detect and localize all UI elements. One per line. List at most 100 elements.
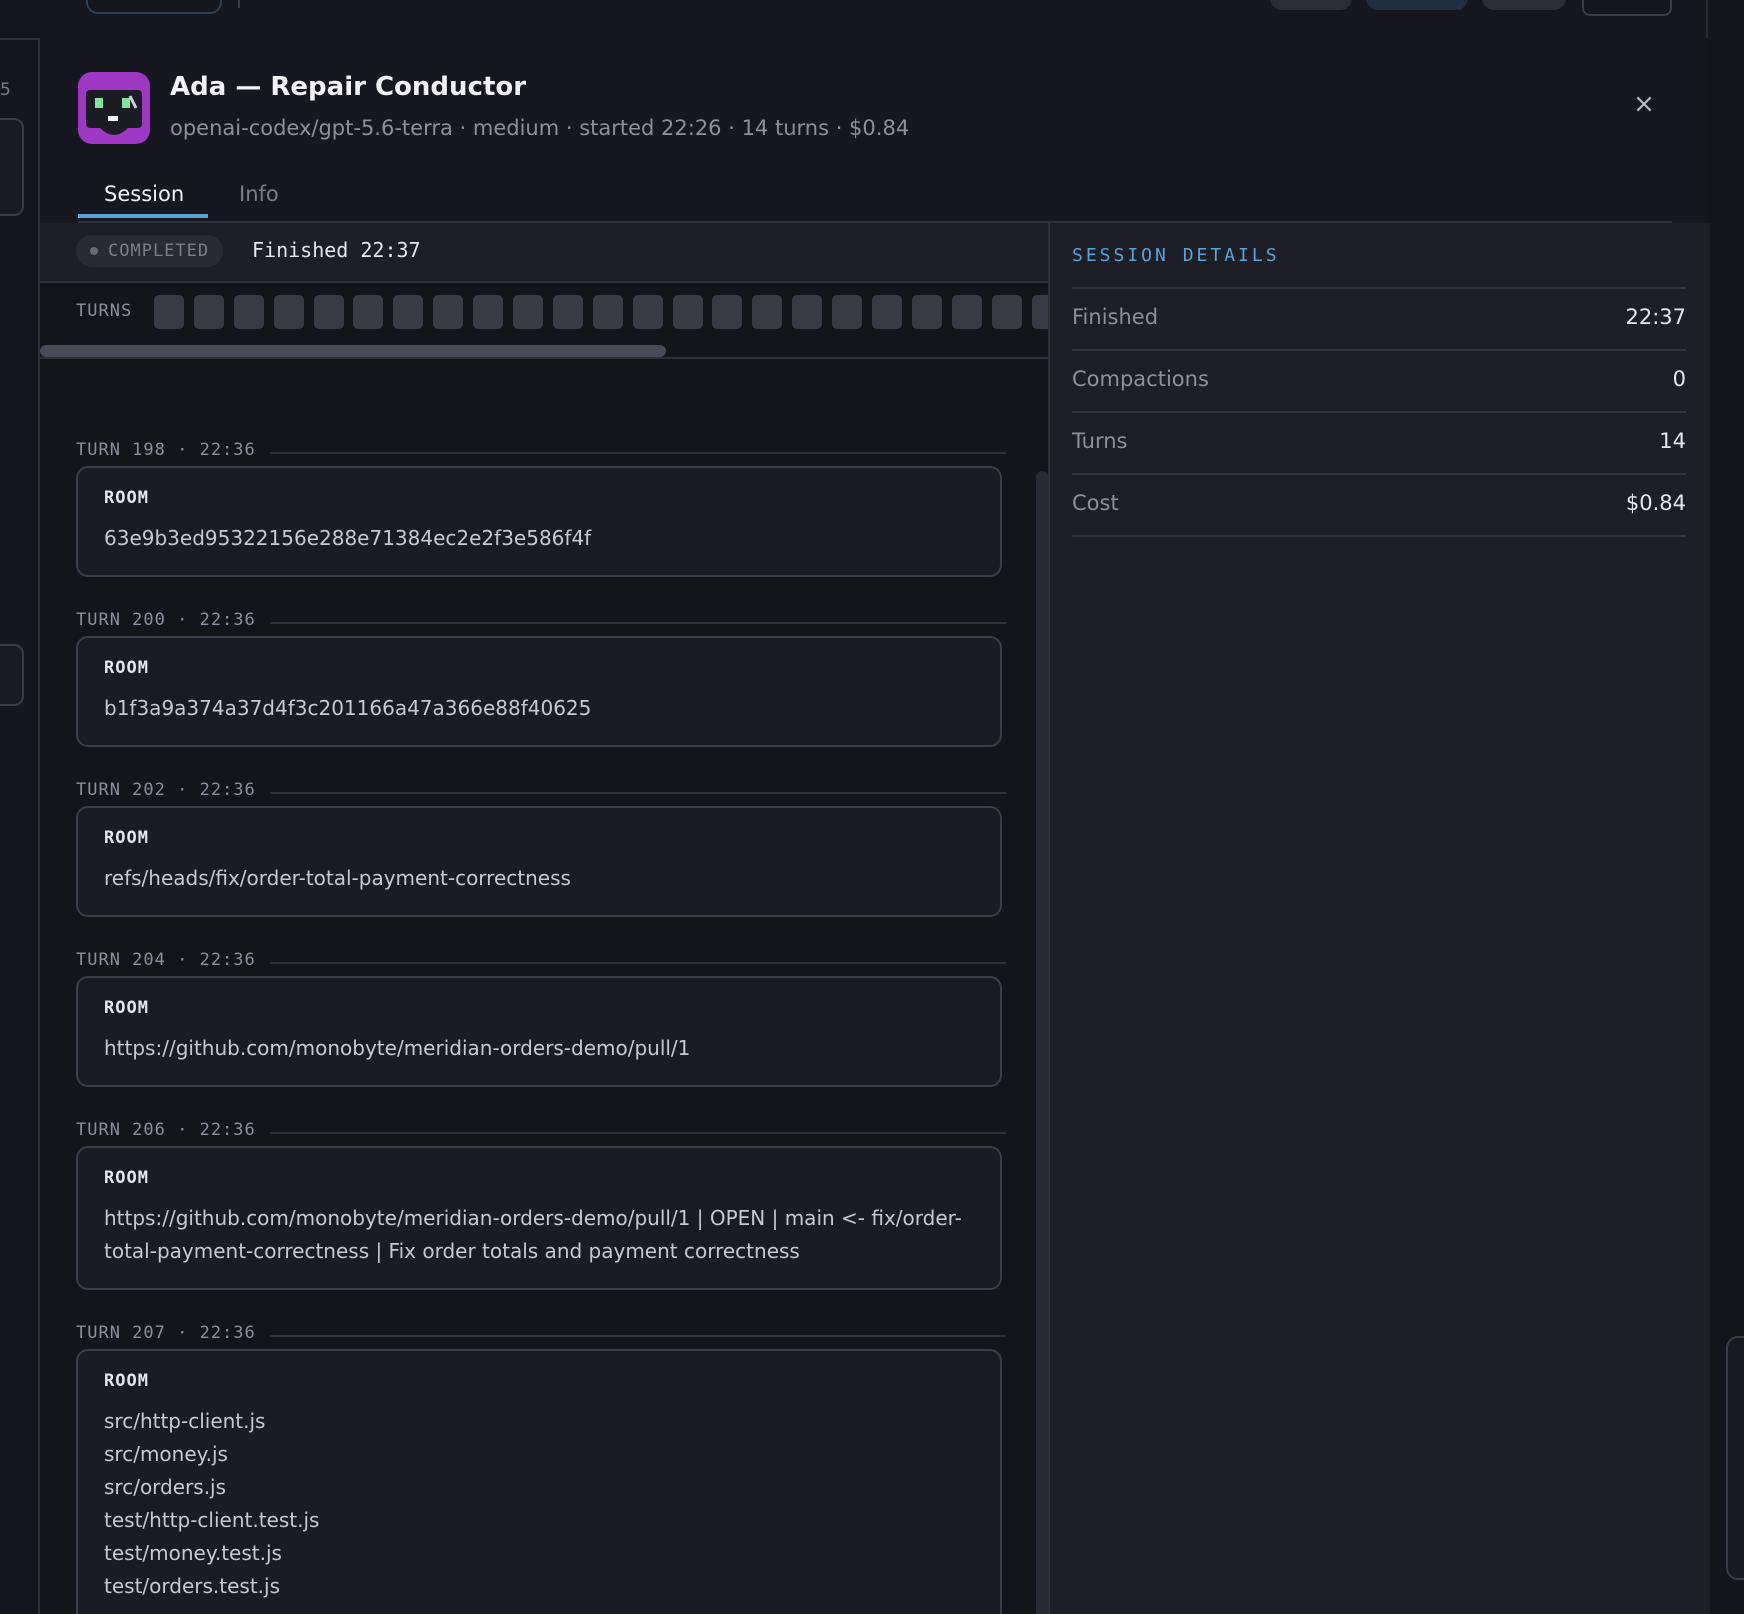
turn-card: ROOM https://github.com/monobyte/meridian… <box>76 976 1002 1087</box>
status-dot-icon <box>90 247 98 255</box>
card-body: b1f3a9a374a37d4f3c201166a47a366e88f40625 <box>104 692 974 725</box>
turn-square[interactable] <box>154 295 184 329</box>
toolbar-button[interactable] <box>1366 0 1468 10</box>
detail-label: Finished <box>1072 305 1159 329</box>
turn-square[interactable] <box>632 295 663 329</box>
card-body: https://github.com/monobyte/meridian-ord… <box>104 1032 974 1065</box>
turn-header: TURN 200 · 22:36 <box>76 610 1006 634</box>
turn-header-label: TURN 202 · 22:36 <box>76 780 270 800</box>
turn-square[interactable] <box>1031 295 1048 329</box>
turn-card: ROOM 63e9b3ed95322156e288e71384ec2e2f3e58… <box>76 466 1002 577</box>
agent-subtitle: openai-codex/gpt-5.6-terra · medium · st… <box>170 116 910 140</box>
toolbar-button[interactable] <box>1582 0 1672 16</box>
turn-square[interactable] <box>273 295 304 329</box>
agent-title: Ada — Repair Conductor <box>170 72 527 102</box>
card-line: src/money.js <box>104 1442 228 1466</box>
card-body: 63e9b3ed95322156e288e71384ec2e2f3e586f4f <box>104 522 974 555</box>
turn-card: ROOM src/http-client.js src/money.js src/or… <box>76 1349 1002 1614</box>
turn-square[interactable] <box>233 295 264 329</box>
turn-squares <box>154 295 1048 329</box>
turn-header: TURN 202 · 22:36 <box>76 780 1006 804</box>
status-badge-label: COMPLETED <box>108 241 210 261</box>
card-label: ROOM <box>104 1371 149 1391</box>
turn-square[interactable] <box>313 295 344 329</box>
status-badge: COMPLETED <box>76 235 224 267</box>
card-label: ROOM <box>104 828 149 848</box>
detail-row-cost: Cost $0.84 <box>1072 475 1686 537</box>
turn-square[interactable] <box>393 295 424 329</box>
card-body: src/http-client.js src/money.js src/orders… <box>104 1405 974 1603</box>
turn-square[interactable] <box>951 295 982 329</box>
left-edge-tab[interactable] <box>0 644 24 706</box>
card-line: https://github.com/monobyte/meridian-ord… <box>104 1206 962 1230</box>
details-title: SESSION DETAILS <box>1072 245 1280 266</box>
turn-header: TURN 204 · 22:36 <box>76 950 1006 974</box>
turn-header-label: TURN 198 · 22:36 <box>76 440 270 460</box>
turn-square[interactable] <box>513 295 544 329</box>
card-label: ROOM <box>104 658 149 678</box>
card-body: refs/heads/fix/order-total-payment-corre… <box>104 862 974 895</box>
turn-square[interactable] <box>672 295 703 329</box>
close-icon[interactable] <box>1630 90 1658 118</box>
turn-header: TURN 206 · 22:36 <box>76 1120 1006 1144</box>
card-body: https://github.com/monobyte/meridian-ord… <box>104 1202 974 1268</box>
card-line: total-payment-correctness | Fix order to… <box>104 1239 800 1263</box>
card-line: test/orders.test.js <box>104 1574 280 1598</box>
toolbar-divider <box>238 0 240 8</box>
session-details-panel: SESSION DETAILS Finished 22:37 Compactio… <box>1048 223 1710 1614</box>
turn-card: ROOM https://github.com/monobyte/meridian… <box>76 1146 1002 1290</box>
turn-square[interactable] <box>991 295 1022 329</box>
turn-header: TURN 198 · 22:36 <box>76 440 1006 464</box>
toolbar-button[interactable] <box>1270 0 1352 10</box>
finished-time: Finished 22:37 <box>252 238 421 262</box>
top-toolbar <box>0 0 1706 40</box>
horizontal-scrollbar[interactable] <box>40 345 666 357</box>
turn-square[interactable] <box>911 295 942 329</box>
detail-value: 14 <box>1659 429 1686 453</box>
tab-session[interactable]: Session <box>104 182 184 206</box>
detail-label: Compactions <box>1072 367 1209 391</box>
session-panel: Ada — Repair Conductor openai-codex/gpt-… <box>38 38 1710 1614</box>
turn-card: ROOM b1f3a9a374a37d4f3c201166a47a366e88f4… <box>76 636 1002 747</box>
right-edge-tab[interactable] <box>1726 1336 1744 1580</box>
turn-square[interactable] <box>792 295 823 329</box>
detail-row-finished: Finished 22:37 <box>1072 289 1686 351</box>
turn-square[interactable] <box>832 295 863 329</box>
detail-value: $0.84 <box>1625 491 1686 515</box>
card-label: ROOM <box>104 998 149 1018</box>
turn-square[interactable] <box>752 295 783 329</box>
turn-header-label: TURN 200 · 22:36 <box>76 610 270 630</box>
turn-square[interactable] <box>193 295 224 329</box>
card-line: https://github.com/monobyte/meridian-ord… <box>104 1036 691 1060</box>
turn-square[interactable] <box>473 295 504 329</box>
detail-row-turns: Turns 14 <box>1072 413 1686 475</box>
turn-header-label: TURN 204 · 22:36 <box>76 950 270 970</box>
tab-info[interactable]: Info <box>239 182 279 206</box>
turn-square[interactable] <box>712 295 743 329</box>
card-line: test/http-client.test.js <box>104 1508 320 1532</box>
robot-face-icon <box>86 90 142 135</box>
card-line: src/http-client.js <box>104 1409 266 1433</box>
toolbar-pill-button[interactable] <box>86 0 222 14</box>
active-tab-indicator <box>78 214 208 218</box>
turn-header-label: TURN 207 · 22:36 <box>76 1323 270 1343</box>
turn-card: ROOM refs/heads/fix/order-total-payment-c… <box>76 806 1002 917</box>
turns-strip: TURNS <box>40 283 1048 359</box>
detail-label: Cost <box>1072 491 1119 515</box>
turn-square[interactable] <box>592 295 623 329</box>
card-label: ROOM <box>104 1168 149 1188</box>
turn-square[interactable] <box>872 295 903 329</box>
toolbar-button[interactable] <box>1482 0 1566 10</box>
turn-square[interactable] <box>353 295 384 329</box>
detail-value: 22:37 <box>1625 305 1686 329</box>
turn-square[interactable] <box>433 295 464 329</box>
robot-avatar-icon <box>78 72 150 144</box>
turn-square[interactable] <box>552 295 583 329</box>
card-line: src/orders.js <box>104 1475 227 1499</box>
detail-value: 0 <box>1672 367 1686 391</box>
detail-row-compactions: Compactions 0 <box>1072 351 1686 413</box>
card-line: b1f3a9a374a37d4f3c201166a47a366e88f40625 <box>104 696 592 720</box>
vertical-scrollbar[interactable] <box>1036 471 1048 1614</box>
detail-label: Turns <box>1072 429 1128 453</box>
left-edge-tab[interactable] <box>0 118 24 216</box>
